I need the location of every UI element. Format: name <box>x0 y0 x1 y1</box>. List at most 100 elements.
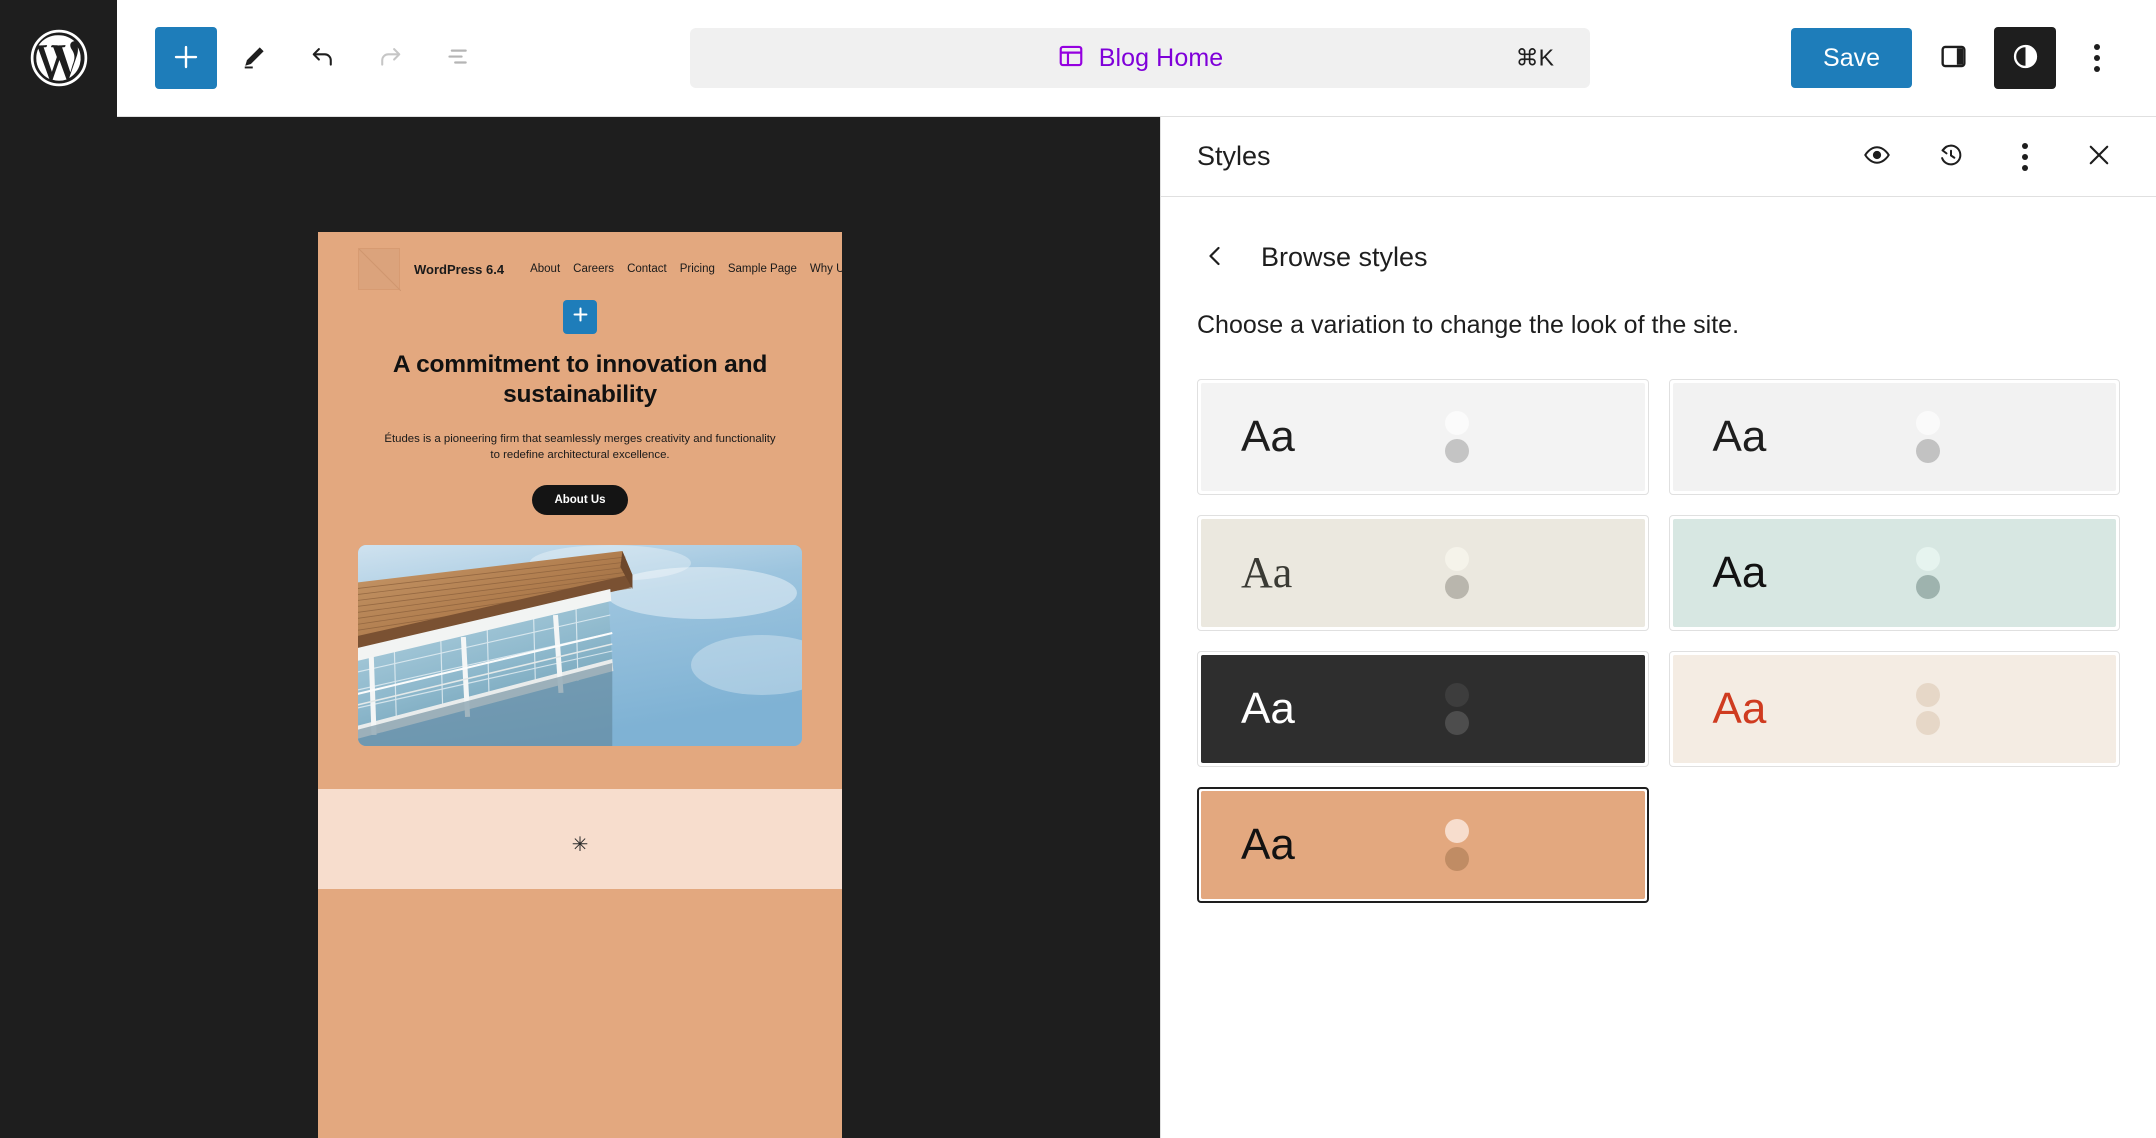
block-inserter-row <box>318 300 842 334</box>
style-variation-card-6[interactable]: Aa <box>1668 651 2120 767</box>
editor-top-bar: Blog Home ⌘K Save <box>0 0 2156 117</box>
styles-more-menu-button[interactable] <box>1996 128 2054 186</box>
editor-body: WordPress 6.4 About Careers Contact Pric… <box>0 117 2156 1138</box>
wordpress-logo-button[interactable] <box>0 0 117 117</box>
chevron-left-icon <box>1200 241 1230 274</box>
style-variation-color-swatches <box>1916 547 1941 599</box>
style-variation-preview: Aa <box>1672 383 2116 491</box>
close-styles-button[interactable] <box>2070 128 2128 186</box>
top-bar-actions: Save <box>1791 27 2156 89</box>
nav-item-sample-page[interactable]: Sample Page <box>728 263 797 275</box>
swatch-primary <box>1444 547 1469 571</box>
swatch-secondary <box>1444 711 1469 735</box>
browse-styles-description: Choose a variation to change the look of… <box>1197 311 1740 339</box>
style-variation-preview: Aa <box>1201 383 1645 491</box>
edit-tool-button[interactable] <box>223 27 285 89</box>
style-variation-color-swatches <box>1444 411 1469 463</box>
style-variation-card-3[interactable]: Aa <box>1197 515 1649 631</box>
revision-history-icon <box>1936 140 1966 173</box>
canvas-add-block-button[interactable] <box>563 300 597 334</box>
more-options-button[interactable] <box>2066 27 2128 89</box>
command-bar-title: Blog Home <box>1098 43 1224 72</box>
nav-item-contact[interactable]: Contact <box>627 263 667 275</box>
style-variation-typography-sample: Aa <box>1712 684 1767 733</box>
style-variation-typography-sample: Aa <box>1241 548 1293 597</box>
about-us-button[interactable]: About Us <box>532 485 628 516</box>
sidebar-panel-icon <box>1938 41 1969 75</box>
swatch-secondary <box>1916 711 1941 735</box>
style-variation-color-swatches <box>1444 819 1469 871</box>
style-variation-preview: Aa <box>1201 655 1645 763</box>
browse-styles-title: Browse styles <box>1261 241 1428 272</box>
swatch-primary <box>1916 411 1941 435</box>
style-variation-preview: Aa <box>1672 519 2116 627</box>
list-view-icon <box>443 41 474 75</box>
save-button[interactable]: Save <box>1791 28 1912 88</box>
swatch-primary <box>1444 683 1469 707</box>
wordpress-logo-icon <box>28 27 90 89</box>
site-secondary-section[interactable]: ✳ <box>318 789 842 890</box>
site-navigation[interactable]: About Careers Contact Pricing Sample Pag… <box>530 263 842 275</box>
nav-item-pricing[interactable]: Pricing <box>680 263 715 275</box>
editor-canvas[interactable]: WordPress 6.4 About Careers Contact Pric… <box>0 117 1160 1138</box>
styles-header-actions <box>1848 128 2128 186</box>
style-variation-card-2[interactable]: Aa <box>1668 379 2120 495</box>
nav-item-about[interactable]: About <box>530 263 560 275</box>
command-bar[interactable]: Blog Home ⌘K <box>690 28 1590 88</box>
styles-panel-header: Styles <box>1161 117 2156 197</box>
style-variation-color-swatches <box>1916 683 1941 735</box>
style-variation-card-1[interactable]: Aa <box>1197 379 1649 495</box>
redo-icon <box>375 41 406 75</box>
style-variation-color-swatches <box>1444 547 1469 599</box>
editor-tools-group <box>117 27 489 89</box>
plus-icon <box>171 42 201 75</box>
hero-heading[interactable]: A commitment to innovation and sustainab… <box>360 350 800 411</box>
add-block-button[interactable] <box>155 27 217 89</box>
style-variation-card-5[interactable]: Aa <box>1197 651 1649 767</box>
list-view-button[interactable] <box>427 27 489 89</box>
style-variation-typography-sample: Aa <box>1241 820 1295 869</box>
hero-section: A commitment to innovation and sustainab… <box>318 334 842 516</box>
style-variation-color-swatches <box>1916 411 1941 463</box>
hero-paragraph[interactable]: Études is a pioneering firm that seamles… <box>360 431 800 463</box>
swatch-secondary <box>1444 575 1469 599</box>
pencil-icon <box>239 42 269 75</box>
style-variation-typography-sample: Aa <box>1712 412 1767 461</box>
swatch-primary <box>1916 683 1941 707</box>
site-logo-placeholder-icon <box>358 248 401 291</box>
nav-item-careers[interactable]: Careers <box>573 263 614 275</box>
eye-icon <box>1862 140 1892 173</box>
template-layout-icon <box>1057 42 1085 75</box>
revisions-button[interactable] <box>1922 128 1980 186</box>
redo-button[interactable] <box>359 27 421 89</box>
style-book-button[interactable] <box>1848 128 1906 186</box>
swatch-primary <box>1444 411 1469 435</box>
style-variation-preview: Aa <box>1201 791 1645 899</box>
more-options-icon <box>2022 142 2028 171</box>
style-variation-card-7[interactable]: Aa <box>1197 787 1649 903</box>
browse-styles-navigation: Browse styles <box>1161 197 2156 281</box>
close-icon <box>2084 140 2114 173</box>
more-options-icon <box>2094 44 2100 72</box>
styles-toggle-button[interactable] <box>1994 27 2056 89</box>
swatch-secondary <box>1916 575 1941 599</box>
undo-button[interactable] <box>291 27 353 89</box>
style-variation-card-4[interactable]: Aa <box>1668 515 2120 631</box>
swatch-secondary <box>1444 439 1469 463</box>
nav-item-why-us[interactable]: Why Us <box>810 263 842 275</box>
wordpress-site-editor: Blog Home ⌘K Save WordPress 6.4 About Ca… <box>0 0 2156 1138</box>
back-button[interactable] <box>1191 233 1239 281</box>
style-variations-grid: Aa Aa Aa Aa Aa Aa Aa <box>1161 343 2156 903</box>
style-variation-typography-sample: Aa <box>1241 412 1295 461</box>
style-variation-preview: Aa <box>1201 519 1645 627</box>
hero-image[interactable] <box>358 545 802 747</box>
style-variation-typography-sample: Aa <box>1241 684 1295 733</box>
site-preview-frame[interactable]: WordPress 6.4 About Careers Contact Pric… <box>318 232 842 1138</box>
swatch-secondary <box>1444 847 1469 871</box>
style-variation-typography-sample: Aa <box>1712 548 1767 597</box>
site-header[interactable]: WordPress 6.4 About Careers Contact Pric… <box>318 232 842 298</box>
asterisk-separator-icon: ✳ <box>571 834 589 857</box>
style-variation-preview: Aa <box>1672 655 2116 763</box>
settings-sidebar-button[interactable] <box>1922 27 1984 89</box>
